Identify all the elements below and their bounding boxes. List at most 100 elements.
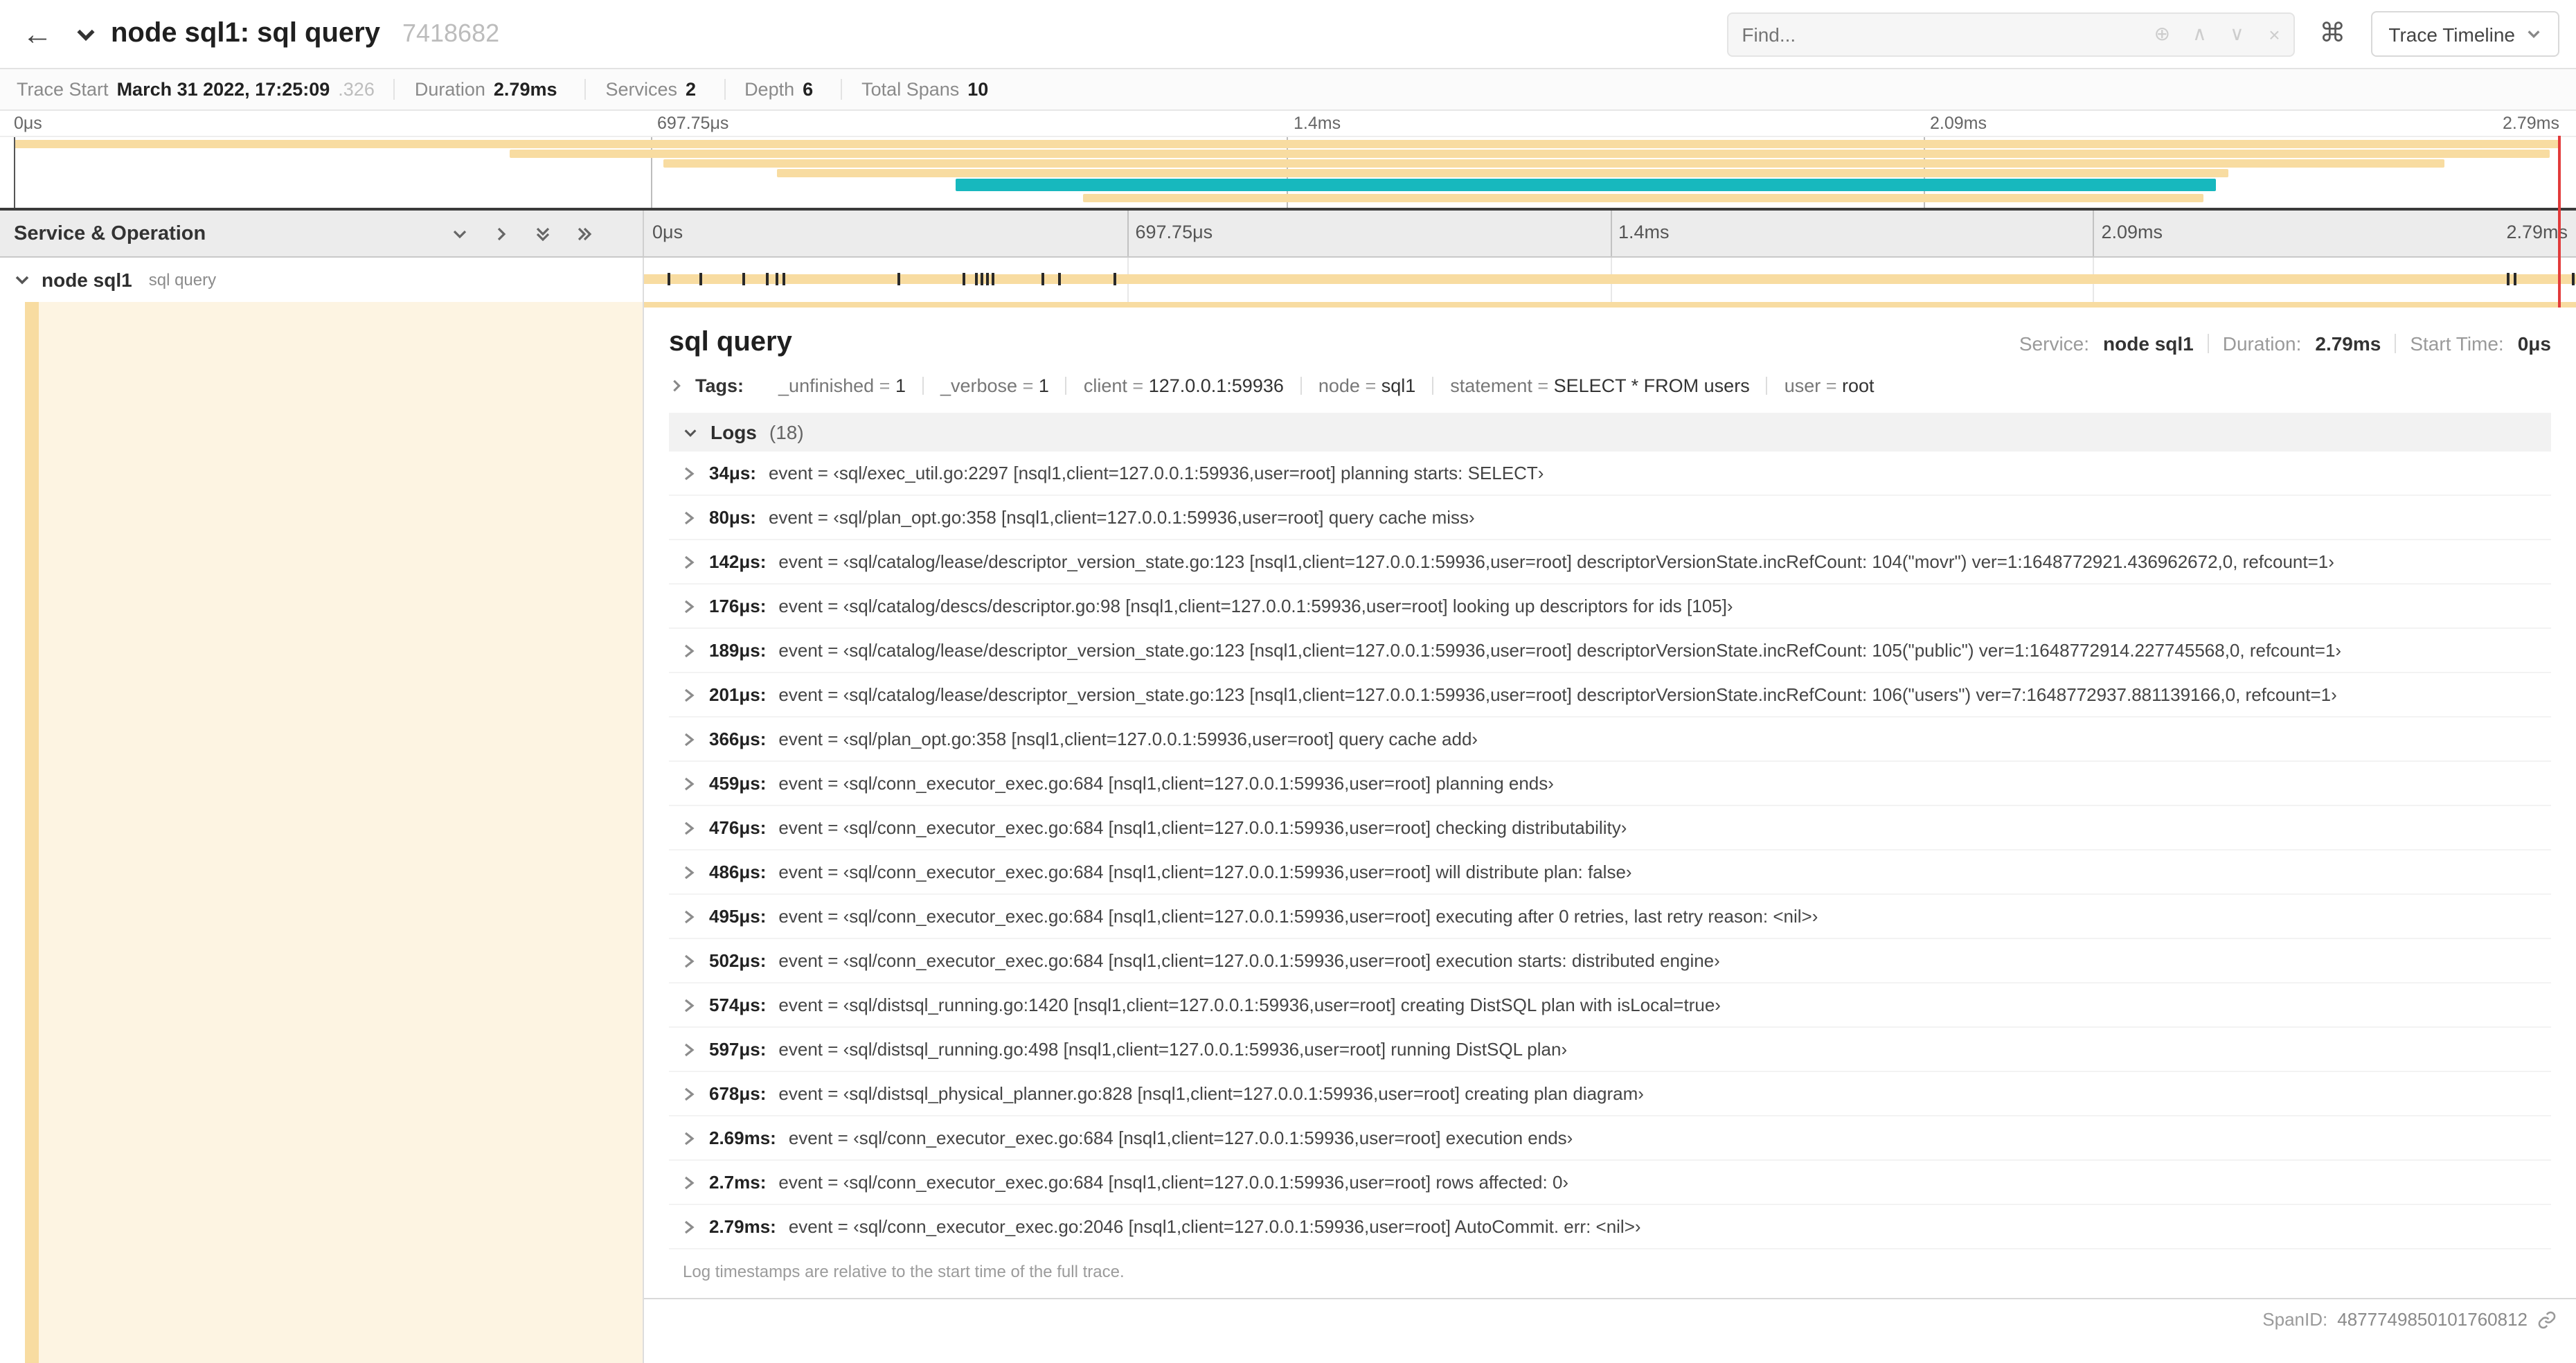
tag-item: _unfinished = 1: [778, 375, 906, 396]
minimap-span-tan: [14, 140, 2559, 148]
detail-meta-label: Duration:: [2222, 332, 2302, 355]
time-cursor-line: [2558, 136, 2561, 308]
log-row[interactable]: 2.79ms: event = ‹sql/conn_executor_exec.…: [669, 1205, 2551, 1249]
tags-row: Tags: _unfinished = 1 _verbose = 1 clien…: [669, 375, 2551, 396]
log-marker: [897, 273, 900, 285]
minimap-labels: 0μs 697.75μs 1.4ms 2.09ms 2.79ms: [14, 111, 2559, 136]
log-marker: [2506, 273, 2510, 285]
logs-count: (18): [769, 421, 804, 443]
trace-view-dropdown[interactable]: Trace Timeline: [2370, 11, 2559, 57]
chevron-right-icon: [685, 643, 695, 657]
log-row[interactable]: 678μs: event = ‹sql/distsql_physical_pla…: [669, 1072, 2551, 1116]
log-row[interactable]: 142μs: event = ‹sql/catalog/lease/descri…: [669, 540, 2551, 585]
trace-title-group: node sql1: sql query 7418682: [75, 18, 499, 50]
chevron-right-icon: [685, 865, 695, 879]
find-input[interactable]: [1728, 23, 2144, 45]
expand-one-icon[interactable]: [451, 225, 468, 242]
collapse-all-icon[interactable]: [576, 225, 593, 242]
log-marker: [992, 273, 995, 285]
log-timestamp: 502μs:: [709, 950, 767, 971]
log-row[interactable]: 189μs: event = ‹sql/catalog/lease/descri…: [669, 629, 2551, 673]
log-marker: [1057, 273, 1061, 285]
next-match-icon[interactable]: ∨: [2218, 22, 2255, 46]
log-row[interactable]: 366μs: event = ‹sql/plan_opt.go:358 [nsq…: [669, 718, 2551, 762]
divider: [1300, 377, 1302, 395]
span-row-label[interactable]: node sql1 sql query: [0, 258, 644, 302]
chevron-right-icon: [685, 1042, 695, 1056]
log-row[interactable]: 176μs: event = ‹sql/catalog/descs/descri…: [669, 585, 2551, 629]
log-marker: [2572, 273, 2575, 285]
expand-all-icon[interactable]: [535, 225, 551, 242]
tag-key: _unfinished: [778, 375, 875, 396]
log-row[interactable]: 2.7ms: event = ‹sql/conn_executor_exec.g…: [669, 1161, 2551, 1205]
span-detail-accent-bar: [644, 302, 2576, 308]
minimap-canvas[interactable]: [0, 136, 2576, 211]
log-marker: [699, 273, 703, 285]
minimap-tick-label: 0μs: [14, 114, 42, 133]
prev-match-icon[interactable]: ∧: [2181, 22, 2218, 46]
minimap-span-tan: [663, 159, 2445, 168]
log-message: event = ‹sql/plan_opt.go:358 [nsql1,clie…: [768, 507, 1475, 528]
log-marker: [782, 273, 786, 285]
log-timestamp: 189μs:: [709, 640, 767, 661]
chevron-right-icon: [685, 555, 695, 569]
log-row[interactable]: 34μs: event = ‹sql/exec_util.go:2297 [ns…: [669, 452, 2551, 496]
log-row[interactable]: 476μs: event = ‹sql/conn_executor_exec.g…: [669, 806, 2551, 850]
tag-key: node: [1318, 375, 1360, 396]
log-marker: [963, 273, 966, 285]
log-timestamp: 2.69ms:: [709, 1128, 776, 1148]
keyboard-shortcuts-icon[interactable]: ⌘: [2311, 18, 2354, 50]
focus-match-icon[interactable]: ⊕: [2143, 22, 2181, 46]
log-row[interactable]: 201μs: event = ‹sql/catalog/lease/descri…: [669, 673, 2551, 718]
log-timestamp: 176μs:: [709, 596, 767, 616]
tag-key: _verbose: [940, 375, 1018, 396]
log-timestamp: 80μs:: [709, 507, 756, 528]
page-title: node sql1: sql query: [111, 18, 380, 48]
tags-accordion-toggle[interactable]: Tags:: [669, 375, 744, 396]
log-row[interactable]: 80μs: event = ‹sql/plan_opt.go:358 [nsql…: [669, 496, 2551, 540]
clear-find-icon[interactable]: ×: [2255, 23, 2293, 45]
minimap-tick-label: 2.09ms: [1930, 114, 1987, 133]
link-icon[interactable]: [2537, 1310, 2557, 1329]
span-detail-meta: Service: node sql1 Duration: 2.79ms Start Ti…: [2019, 332, 2551, 355]
log-message: event = ‹sql/conn_executor_exec.go:684 […: [778, 906, 1818, 927]
chevron-down-icon[interactable]: [75, 23, 97, 45]
log-row[interactable]: 597μs: event = ‹sql/distsql_running.go:4…: [669, 1028, 2551, 1072]
tags-label: Tags:: [695, 375, 744, 396]
chevron-down-icon[interactable]: [14, 271, 30, 288]
tag-value: 1: [895, 375, 906, 396]
chevron-right-icon: [685, 1131, 695, 1145]
summary-item: Services 2: [587, 79, 726, 100]
log-row[interactable]: 2.69ms: event = ‹sql/conn_executor_exec.…: [669, 1116, 2551, 1161]
tag-equals: =: [1359, 375, 1381, 396]
span-row[interactable]: node sql1 sql query: [0, 258, 2576, 302]
chevron-right-icon: [685, 1175, 695, 1189]
timeline-ruler: 0μs 697.75μs 1.4ms 2.09ms 2.79ms: [644, 211, 2576, 256]
tag-equals: =: [1127, 375, 1149, 396]
span-bar-track[interactable]: [644, 258, 2576, 302]
gutter-margin: [0, 302, 25, 1363]
log-row[interactable]: 459μs: event = ‹sql/conn_executor_exec.g…: [669, 762, 2551, 806]
log-row[interactable]: 574μs: event = ‹sql/distsql_running.go:1…: [669, 983, 2551, 1028]
ruler-tick-label: 2.09ms: [2101, 222, 2163, 242]
chevron-right-icon: [685, 1220, 695, 1233]
minimap-span-tan: [510, 150, 2550, 158]
divider: [1065, 377, 1067, 395]
span-duration-bar[interactable]: [644, 274, 2576, 284]
log-row[interactable]: 486μs: event = ‹sql/conn_executor_exec.g…: [669, 850, 2551, 895]
collapse-one-icon[interactable]: [493, 225, 510, 242]
tag-list: _unfinished = 1 _verbose = 1 client = 12…: [778, 375, 1875, 396]
logs-accordion-toggle[interactable]: Logs (18): [669, 413, 2551, 452]
log-row[interactable]: 495μs: event = ‹sql/conn_executor_exec.g…: [669, 895, 2551, 939]
gridline: [2093, 211, 2095, 256]
log-row[interactable]: 502μs: event = ‹sql/conn_executor_exec.g…: [669, 939, 2551, 983]
tag-equals: =: [1017, 375, 1039, 396]
chevron-right-icon: [685, 998, 695, 1012]
back-icon[interactable]: ←: [17, 16, 58, 52]
chevron-right-icon: [685, 466, 695, 480]
divider: [922, 377, 924, 395]
scrubber-left-handle[interactable]: [14, 137, 15, 208]
log-marker: [1113, 273, 1116, 285]
span-detail-panel: sql query Service: node sql1 Duration: 2.79…: [644, 308, 2576, 1299]
tag-value: sql1: [1381, 375, 1416, 396]
